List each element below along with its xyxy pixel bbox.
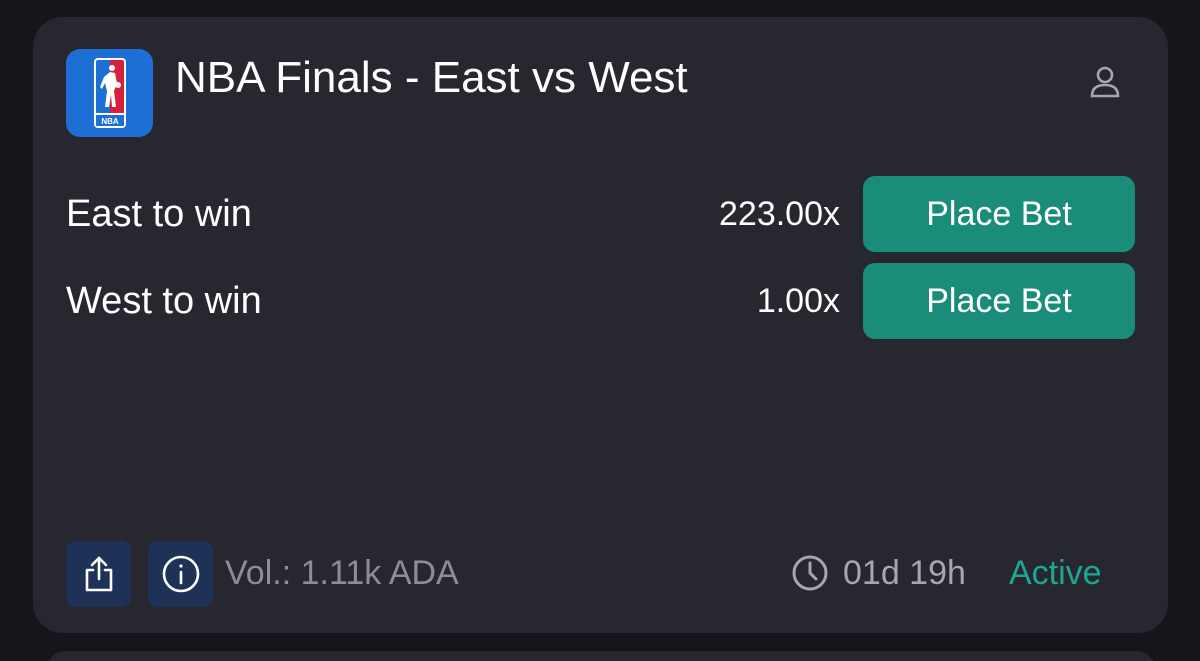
market-title: NBA Finals - East vs West: [175, 53, 688, 102]
outcome-label: West to win: [66, 280, 262, 322]
nba-logo-icon: NBA: [66, 49, 153, 137]
volume-text: Vol.: 1.11k ADA: [225, 554, 459, 592]
outcome-odds: 223.00x: [719, 195, 840, 233]
info-icon: [162, 555, 199, 593]
status-badge: Active: [1009, 554, 1102, 592]
user-icon[interactable]: [1085, 61, 1125, 101]
info-button[interactable]: [148, 541, 213, 607]
outcome-row: West to win 1.00x Place Bet: [66, 263, 1136, 339]
place-bet-button[interactable]: Place Bet: [863, 176, 1135, 252]
share-button[interactable]: [66, 541, 131, 607]
outcome-odds: 1.00x: [756, 282, 840, 320]
page: NBA NBA Finals - East vs West East to wi…: [0, 0, 1200, 661]
clock-icon: [792, 555, 828, 591]
time-remaining: 01d 19h: [791, 551, 966, 595]
next-market-card[interactable]: [46, 651, 1156, 661]
time-remaining-text: 01d 19h: [843, 554, 966, 592]
place-bet-button[interactable]: Place Bet: [863, 263, 1135, 339]
market-card: NBA NBA Finals - East vs West East to wi…: [33, 17, 1168, 633]
outcome-row: East to win 223.00x Place Bet: [66, 176, 1136, 252]
outcome-label: East to win: [66, 193, 252, 235]
svg-text:NBA: NBA: [101, 117, 119, 126]
share-icon: [85, 556, 112, 592]
